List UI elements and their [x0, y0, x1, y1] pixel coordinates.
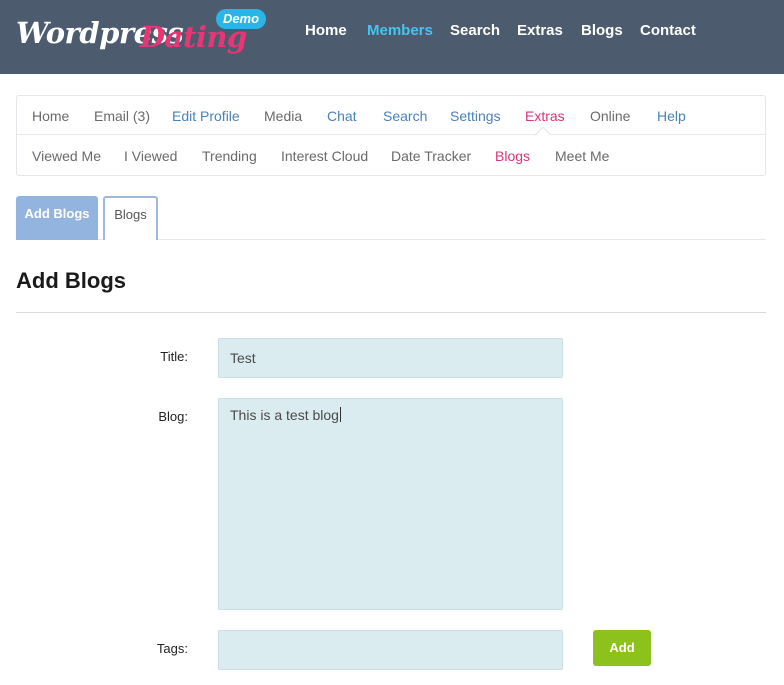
- subnav-meet-me[interactable]: Meet Me: [555, 148, 609, 164]
- subnav-chat[interactable]: Chat: [327, 108, 357, 124]
- blog-text: This is a test blog: [230, 407, 339, 423]
- subnav-settings[interactable]: Settings: [450, 108, 501, 124]
- tags-label: Tags:: [156, 641, 188, 656]
- nav-blogs[interactable]: Blogs: [581, 22, 623, 39]
- subnav-email[interactable]: Email (3): [94, 108, 150, 124]
- title-divider: [16, 312, 766, 313]
- nav-search[interactable]: Search: [450, 22, 500, 39]
- page-title: Add Blogs: [16, 268, 126, 293]
- demo-badge: Demo: [216, 9, 266, 29]
- member-subnav: Home Email (3) Edit Profile Media Chat S…: [16, 95, 766, 176]
- subnav-row-extras: Viewed Me I Viewed Trending Interest Clo…: [17, 136, 765, 175]
- subnav-blogs[interactable]: Blogs: [495, 148, 530, 164]
- add-button[interactable]: Add: [593, 630, 651, 666]
- tab-blogs[interactable]: Blogs: [103, 196, 158, 240]
- subnav-edit-profile[interactable]: Edit Profile: [172, 108, 240, 124]
- tags-input[interactable]: [218, 630, 563, 670]
- subnav-row-main: Home Email (3) Edit Profile Media Chat S…: [17, 96, 765, 144]
- subnav-help[interactable]: Help: [657, 108, 686, 124]
- subnav-date-tracker[interactable]: Date Tracker: [391, 148, 471, 164]
- subnav-trending[interactable]: Trending: [202, 148, 257, 164]
- blog-textarea[interactable]: This is a test blog: [218, 398, 563, 610]
- title-input[interactable]: Test: [218, 338, 563, 378]
- subnav-i-viewed[interactable]: I Viewed: [124, 148, 177, 164]
- site-header: Wordpress Dating Demo Home Members Searc…: [0, 0, 784, 74]
- tab-add-blogs[interactable]: Add Blogs: [16, 196, 98, 240]
- text-cursor: [339, 407, 341, 422]
- subnav-home[interactable]: Home: [32, 108, 69, 124]
- blog-tabs: Add Blogs Blogs: [16, 196, 766, 240]
- nav-home[interactable]: Home: [305, 22, 347, 39]
- nav-extras[interactable]: Extras: [517, 22, 563, 39]
- nav-contact[interactable]: Contact: [640, 22, 696, 39]
- blog-label: Blog:: [158, 409, 188, 424]
- title-label: Title:: [160, 349, 188, 364]
- subnav-viewed-me[interactable]: Viewed Me: [32, 148, 101, 164]
- nav-members[interactable]: Members: [367, 22, 433, 39]
- subnav-extras[interactable]: Extras: [525, 108, 565, 124]
- subnav-media[interactable]: Media: [264, 108, 302, 124]
- subnav-search[interactable]: Search: [383, 108, 427, 124]
- subnav-interest-cloud[interactable]: Interest Cloud: [281, 148, 368, 164]
- subnav-online[interactable]: Online: [590, 108, 630, 124]
